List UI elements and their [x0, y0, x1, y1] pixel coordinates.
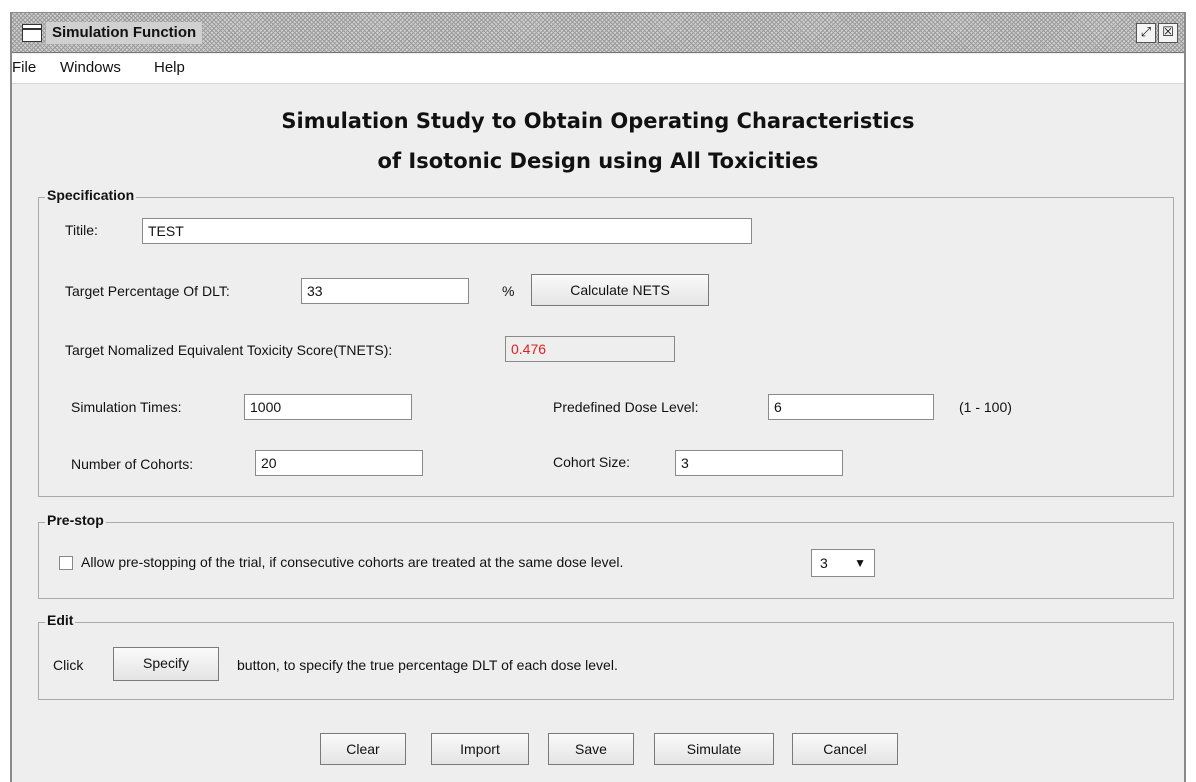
window-menu-icon[interactable] — [22, 24, 42, 42]
tnets-label: Target Nomalized Equivalent Toxicity Sco… — [65, 342, 393, 358]
target-percentage-input[interactable]: 33 — [301, 278, 469, 304]
clear-button[interactable]: Clear — [320, 733, 406, 765]
specification-legend: Specification — [45, 187, 137, 203]
menu-bar: File Windows Help — [12, 54, 1184, 84]
menu-windows[interactable]: Windows — [60, 59, 121, 76]
prestop-cohort-select[interactable]: 3 ▼ — [811, 549, 875, 577]
menu-help[interactable]: Help — [154, 59, 185, 76]
cancel-button[interactable]: Cancel — [792, 733, 898, 765]
prestop-checkbox-label: Allow pre-stopping of the trial, if cons… — [81, 554, 624, 570]
page-title-line2: of Isotonic Design using All Toxicities — [377, 149, 819, 173]
save-button[interactable]: Save — [548, 733, 634, 765]
predefined-dose-level-label: Predefined Dose Level: — [553, 399, 699, 415]
close-icon[interactable]: ☒ — [1158, 23, 1178, 43]
title-bar[interactable]: Simulation Function ⤢ ☒ — [12, 13, 1184, 53]
predefined-dose-level-input[interactable]: 6 — [768, 394, 934, 420]
window-title: Simulation Function — [46, 22, 203, 44]
edit-click-label: Click — [53, 657, 84, 673]
prestop-checkbox[interactable] — [59, 556, 73, 570]
title-label: Titile: — [65, 222, 98, 238]
prestop-legend: Pre-stop — [45, 512, 106, 528]
edit-legend: Edit — [45, 612, 76, 628]
percent-sign: % — [502, 283, 515, 299]
edit-group: Edit Click Specify button, to specify th… — [38, 612, 1174, 700]
menu-file[interactable]: File — [12, 59, 36, 76]
prestop-select-value: 3 — [820, 555, 828, 571]
dose-range-hint: (1 - 100) — [959, 399, 1012, 415]
simulation-window: Simulation Function ⤢ ☒ File Windows Hel… — [10, 12, 1186, 782]
calculate-nets-button[interactable]: Calculate NETS — [531, 274, 709, 306]
cohort-size-label: Cohort Size: — [553, 454, 631, 470]
target-percentage-label: Target Percentage Of DLT: — [65, 283, 230, 299]
dropdown-arrow-icon: ▼ — [854, 556, 866, 570]
page-title-line1: Simulation Study to Obtain Operating Cha… — [281, 109, 915, 133]
title-input[interactable]: TEST — [142, 218, 752, 244]
simulation-times-input[interactable]: 1000 — [244, 394, 412, 420]
number-of-cohorts-label: Number of Cohorts: — [71, 456, 194, 472]
import-button[interactable]: Import — [431, 733, 529, 765]
cohort-size-input[interactable]: 3 — [675, 450, 843, 476]
restore-icon[interactable]: ⤢ — [1136, 23, 1156, 43]
edit-instruction-text: button, to specify the true percentage D… — [237, 657, 618, 673]
tnets-value: 0.476 — [505, 336, 675, 362]
simulate-button[interactable]: Simulate — [654, 733, 774, 765]
simulation-times-label: Simulation Times: — [71, 399, 182, 415]
prestop-group: Pre-stop Allow pre-stopping of the trial… — [38, 512, 1174, 599]
specify-button[interactable]: Specify — [113, 647, 219, 681]
number-of-cohorts-input[interactable]: 20 — [255, 450, 423, 476]
specification-group: Specification Titile: TEST Target Percen… — [38, 187, 1174, 497]
